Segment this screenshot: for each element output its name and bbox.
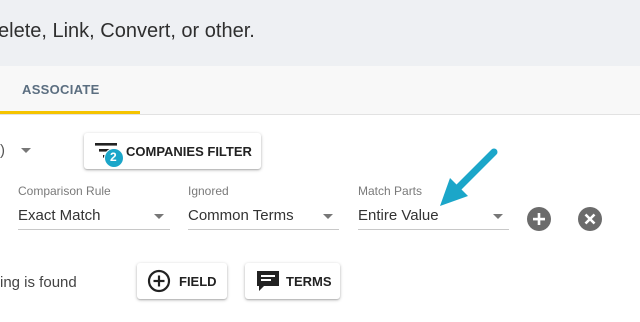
remove-rule-button[interactable]	[578, 207, 602, 231]
info-banner: elete, Link, Convert, or other.	[0, 0, 640, 66]
ignored-select[interactable]: Ignored Common Terms	[188, 184, 339, 230]
comparison-rule-label: Comparison Rule	[18, 184, 111, 198]
chevron-down-icon	[154, 214, 164, 219]
close-icon	[584, 213, 596, 225]
comparison-rule-value: Exact Match	[18, 207, 101, 224]
add-circle-icon	[147, 269, 171, 293]
comment-icon	[255, 269, 281, 293]
terms-label: TERMS	[286, 274, 332, 289]
ignored-value: Common Terms	[188, 207, 294, 224]
companies-filter-label: COMPANIES FILTER	[126, 144, 252, 159]
add-rule-button[interactable]	[527, 207, 551, 231]
arrow-annotation-icon	[440, 148, 498, 206]
tab-associate-label: ASSOCIATE	[22, 82, 100, 97]
partial-select-value: )	[0, 142, 5, 159]
add-field-button[interactable]: FIELD	[137, 263, 227, 299]
add-field-label: FIELD	[179, 274, 217, 289]
chevron-down-icon	[323, 214, 333, 219]
tab-bar: ASSOCIATE	[0, 66, 640, 115]
add-icon	[533, 213, 545, 225]
banner-text: elete, Link, Convert, or other.	[0, 20, 255, 42]
filter-count-badge-text: 2	[110, 150, 117, 164]
chevron-down-icon	[21, 148, 31, 153]
tab-associate[interactable]: ASSOCIATE	[0, 66, 140, 114]
partial-select[interactable]: )	[0, 142, 40, 162]
ignored-label: Ignored	[188, 184, 229, 198]
comparison-rule-select[interactable]: Comparison Rule Exact Match	[18, 184, 170, 230]
status-text: ing is found	[0, 274, 77, 291]
companies-filter-button[interactable]: 2 COMPANIES FILTER	[84, 133, 261, 169]
match-parts-label: Match Parts	[358, 184, 423, 198]
terms-button[interactable]: TERMS	[245, 263, 340, 299]
